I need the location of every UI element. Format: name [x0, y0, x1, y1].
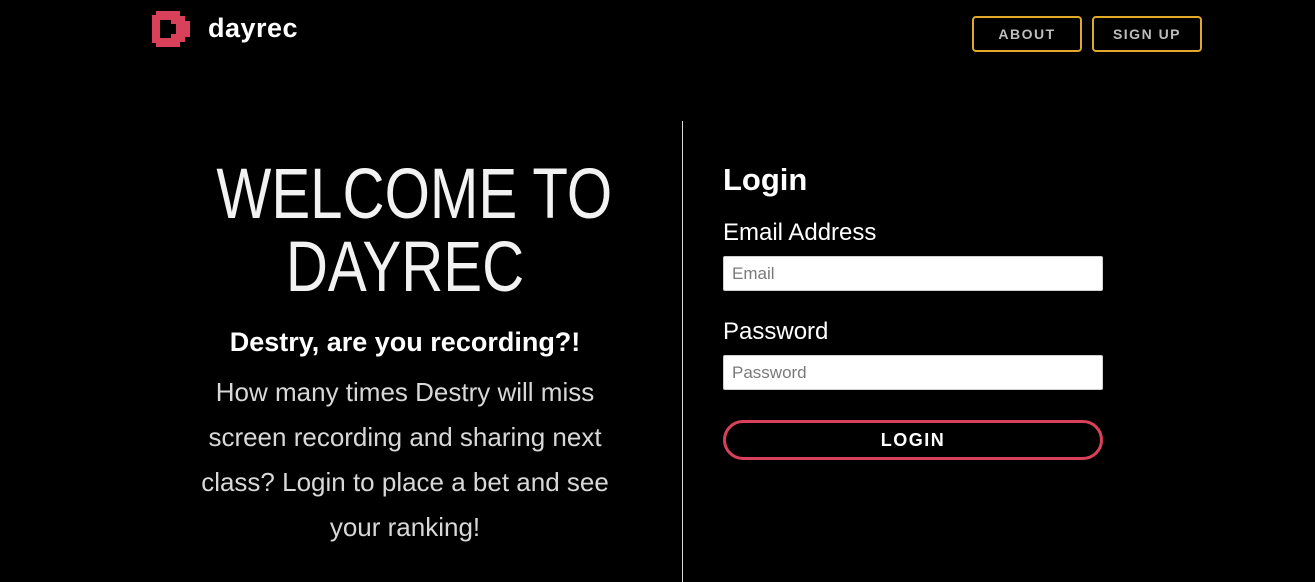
welcome-subtitle: Destry, are you recording?! — [229, 327, 581, 357]
about-button[interactable]: ABOUT — [972, 16, 1082, 52]
login-form: Login Email Address Password LOGIN — [723, 160, 1103, 460]
login-title: Login — [723, 162, 808, 197]
email-label: Email Address — [723, 219, 877, 246]
brand-name: dayrec — [208, 12, 299, 43]
login-button[interactable]: LOGIN — [723, 420, 1103, 460]
brand-logo-link[interactable]: dayrec — [152, 11, 298, 47]
dayrec-logo-icon — [152, 11, 190, 47]
email-input[interactable] — [723, 256, 1103, 291]
welcome-section: WELCOME TO DAYREC Destry, are you record… — [175, 158, 635, 550]
password-label: Password — [723, 318, 829, 345]
vertical-divider — [682, 121, 683, 582]
welcome-description: How many times Destry will miss screen r… — [201, 377, 609, 542]
welcome-title-line-1: WELCOME TO — [216, 155, 613, 234]
password-input[interactable] — [723, 355, 1103, 390]
top-nav: ABOUT SIGN UP — [972, 16, 1202, 52]
page: dayrec ABOUT SIGN UP WELCOME TO DAYREC D… — [0, 0, 1315, 582]
sign-up-button[interactable]: SIGN UP — [1092, 16, 1202, 52]
welcome-title: WELCOME TO DAYREC — [216, 155, 613, 307]
welcome-title-line-2: DAYREC — [285, 228, 525, 307]
